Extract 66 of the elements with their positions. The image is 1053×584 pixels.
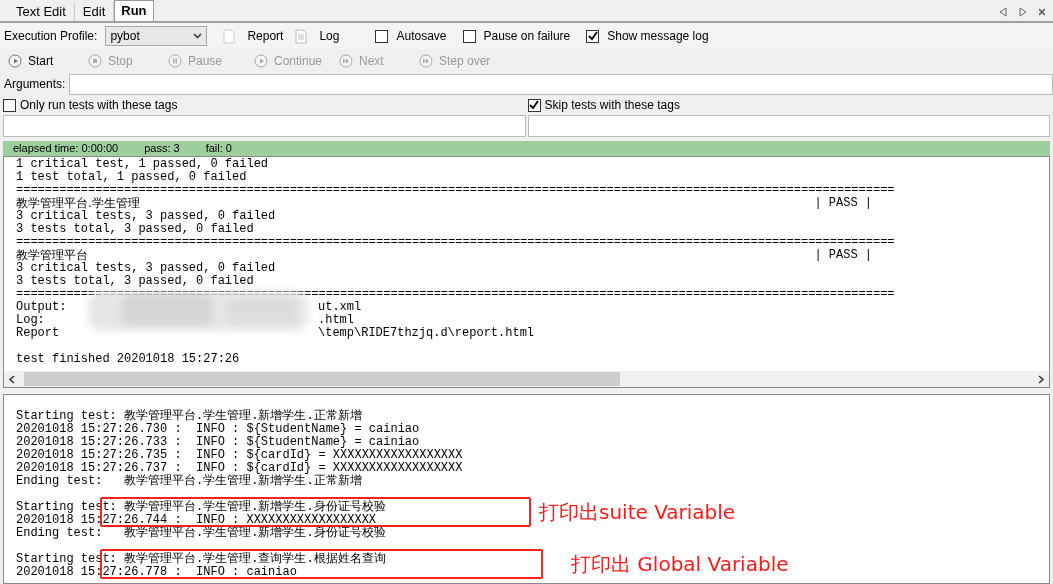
log-line: test finished 20201018 15:27:26: [16, 353, 240, 366]
log-line: 20201018 15:27:26.737 : INFO : ${cardId} = XXXXXXXXXXXXXXXXXX: [16, 462, 463, 475]
report-button[interactable]: Report: [247, 27, 284, 45]
checkbox[interactable]: [462, 29, 476, 43]
log-line: Ending test: 教学管理平台.学生管理.新增学生.身份证号校验: [16, 527, 386, 540]
log-line: 1 critical test, 1 passed, 0 failed: [16, 158, 269, 171]
log-line: Starting test: 教学管理平台.学生管理.新增学生.正常新增: [16, 410, 362, 423]
pass-status: | PASS |: [814, 197, 872, 210]
document-icon: [295, 28, 308, 44]
suite-name: 教学管理平台.学生管理: [16, 197, 140, 210]
log-line: 3 tests total, 3 passed, 0 failed: [16, 275, 254, 288]
stop-icon: [88, 54, 102, 68]
elapsed-time: elapsed time: 0:00:00: [13, 141, 119, 157]
suite-name: 教学管理平台: [16, 249, 88, 262]
arguments-field[interactable]: [69, 73, 1053, 95]
separator-line: ==========================================================================================================================: [16, 236, 895, 249]
arguments-label: Arguments:: [4, 76, 66, 93]
log-line: 20201018 15:27:26.733 : INFO : ${StudentName} = cainiao: [16, 436, 420, 449]
tags-field[interactable]: [527, 115, 1050, 137]
pause-icon: [168, 54, 182, 68]
close-icon[interactable]: [1039, 7, 1045, 17]
tag-filter-label: Skip tests with these tags: [544, 97, 680, 114]
log-line: 3 critical tests, 3 passed, 0 failed: [16, 262, 276, 275]
run-button[interactable]: Start: [8, 52, 88, 70]
pass-status: | PASS |: [814, 249, 872, 262]
next-icon: [419, 54, 433, 68]
separator-line: ==========================================================================================================================: [16, 184, 895, 197]
output-path: \temp\RIDE7thzjq.d\report.html: [318, 327, 535, 340]
separator-line: ==========================================================================================================================: [16, 288, 895, 301]
annotation-label: 打印出 Global Variable: [571, 551, 789, 578]
checkbox[interactable]: [375, 29, 389, 43]
next-icon: [339, 54, 353, 68]
document-icon: [223, 28, 236, 44]
pass-count: pass: 3: [144, 141, 180, 157]
log-line: Ending test: 教学管理平台.学生管理.新增学生.正常新增: [16, 475, 362, 488]
option-label: Autosave: [396, 28, 447, 45]
caret-icon: [193, 33, 203, 39]
annotation-label: 打印出suite Variable: [539, 499, 736, 526]
checkbox[interactable]: [586, 29, 600, 43]
log-button[interactable]: Log: [319, 27, 340, 45]
checkbox[interactable]: [3, 98, 16, 112]
tab[interactable]: Text Edit: [8, 2, 75, 21]
horizontal-scrollbar[interactable]: [4, 371, 1049, 387]
log-line: 20201018 15:27:26.735 : INFO : ${cardId} = XXXXXXXXXXXXXXXXXX: [16, 449, 463, 462]
profile-dropdown[interactable]: pybot: [105, 26, 208, 46]
profile-label: Execution Profile:: [4, 28, 98, 45]
output-path: .html: [318, 314, 354, 327]
checkbox[interactable]: [527, 98, 541, 112]
output-line: Report: [16, 327, 61, 340]
log-line: 1 test total, 1 passed, 0 failed: [16, 171, 247, 184]
tags-field[interactable]: [3, 115, 526, 137]
scroll-right-icon[interactable]: [1038, 374, 1045, 384]
output-path: ut.xml: [318, 301, 362, 314]
option-label: Show message log: [607, 28, 709, 45]
output-line: Output:: [16, 301, 68, 314]
tag-filter-label: Only run tests with these tags: [20, 97, 178, 114]
log-line: 3 critical tests, 3 passed, 0 failed: [16, 210, 276, 223]
tab[interactable]: Run: [114, 0, 154, 21]
play-icon: [8, 54, 22, 68]
option-label: Pause on failure: [483, 28, 571, 45]
log-line: 3 tests total, 3 passed, 0 failed: [16, 223, 254, 236]
fail-count: fail: 0: [205, 141, 232, 157]
play-icon: [254, 54, 268, 68]
output-line: Log:: [16, 314, 46, 327]
scroll-left-icon[interactable]: [8, 374, 15, 384]
log-line: 20201018 15:27:26.730 : INFO : ${StudentName} = cainiao: [16, 423, 420, 436]
